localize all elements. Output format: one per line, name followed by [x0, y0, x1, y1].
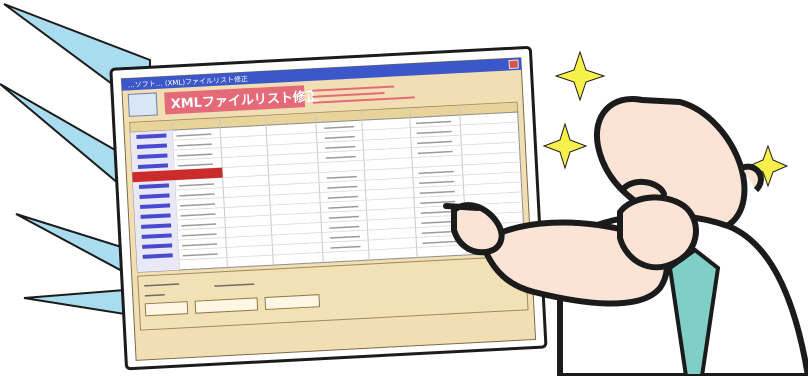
row-labels-column [130, 130, 180, 273]
toolbar-button[interactable] [144, 301, 189, 317]
logo-icon [127, 92, 158, 117]
toolbar-button[interactable] [264, 294, 321, 311]
sparkle-icon [554, 50, 606, 102]
illustration-canvas: …ソフト… (XML)ファイルリスト修正 XMLファイルリスト修正 [0, 3, 808, 376]
toolbar-button[interactable] [194, 297, 259, 314]
close-button[interactable] [508, 59, 519, 69]
chin-hand [617, 194, 699, 271]
sparkle-icon [542, 122, 588, 170]
pointing-finger [443, 203, 481, 211]
